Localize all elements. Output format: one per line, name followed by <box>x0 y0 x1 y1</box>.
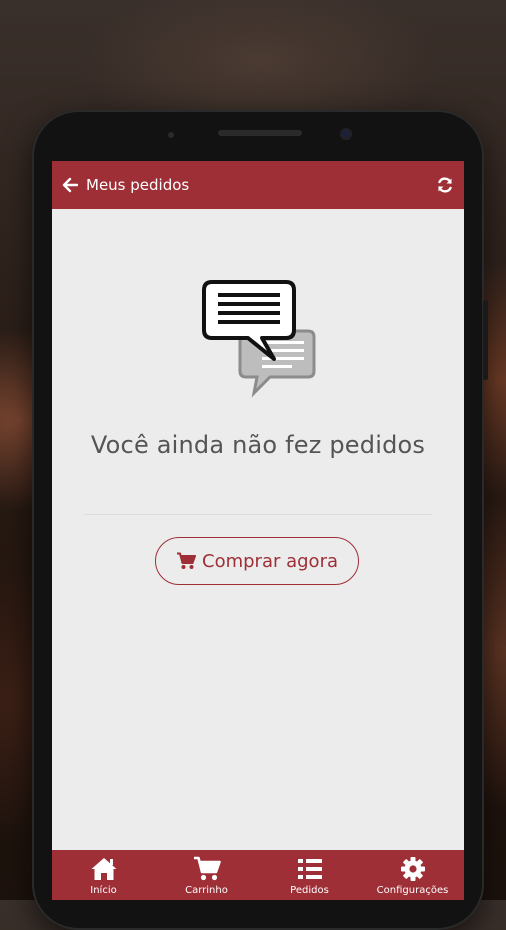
nav-label-carrinho: Carrinho <box>185 885 228 896</box>
orders-content: Você ainda não fez pedidos Comprar agora <box>52 209 464 899</box>
page-title: Meus pedidos <box>86 176 190 194</box>
shopping-cart-icon <box>193 856 221 881</box>
gear-icon <box>400 857 425 881</box>
arrow-left-icon[interactable] <box>62 177 78 193</box>
home-icon <box>91 858 116 880</box>
refresh-icon[interactable] <box>436 176 454 194</box>
phone-side-button <box>483 300 488 380</box>
nav-label-inicio: Início <box>90 885 117 896</box>
divider <box>84 514 432 515</box>
app-bar: Meus pedidos <box>52 161 464 209</box>
nav-item-inicio[interactable]: Início <box>52 850 155 900</box>
phone-sensor <box>168 132 174 138</box>
bottom-navigation: Início Carrinho Pedidos Configurações <box>52 850 464 900</box>
nav-item-configuracoes[interactable]: Configurações <box>361 850 464 900</box>
app-screen: Meus pedidos Você ainda não fez pedidos <box>52 161 464 900</box>
nav-item-pedidos[interactable]: Pedidos <box>258 850 361 900</box>
phone-camera <box>340 128 352 140</box>
empty-orders-message: Você ainda não fez pedidos <box>90 431 426 459</box>
nav-label-pedidos: Pedidos <box>290 885 329 896</box>
phone-speaker <box>218 130 302 136</box>
buy-now-button[interactable]: Comprar agora <box>155 537 359 585</box>
nav-item-carrinho[interactable]: Carrinho <box>155 850 258 900</box>
buy-now-label: Comprar agora <box>202 550 338 572</box>
shopping-cart-icon <box>177 552 196 569</box>
chat-bubbles-icon <box>202 280 316 398</box>
list-icon <box>297 859 322 879</box>
nav-label-configuracoes: Configurações <box>376 885 449 896</box>
